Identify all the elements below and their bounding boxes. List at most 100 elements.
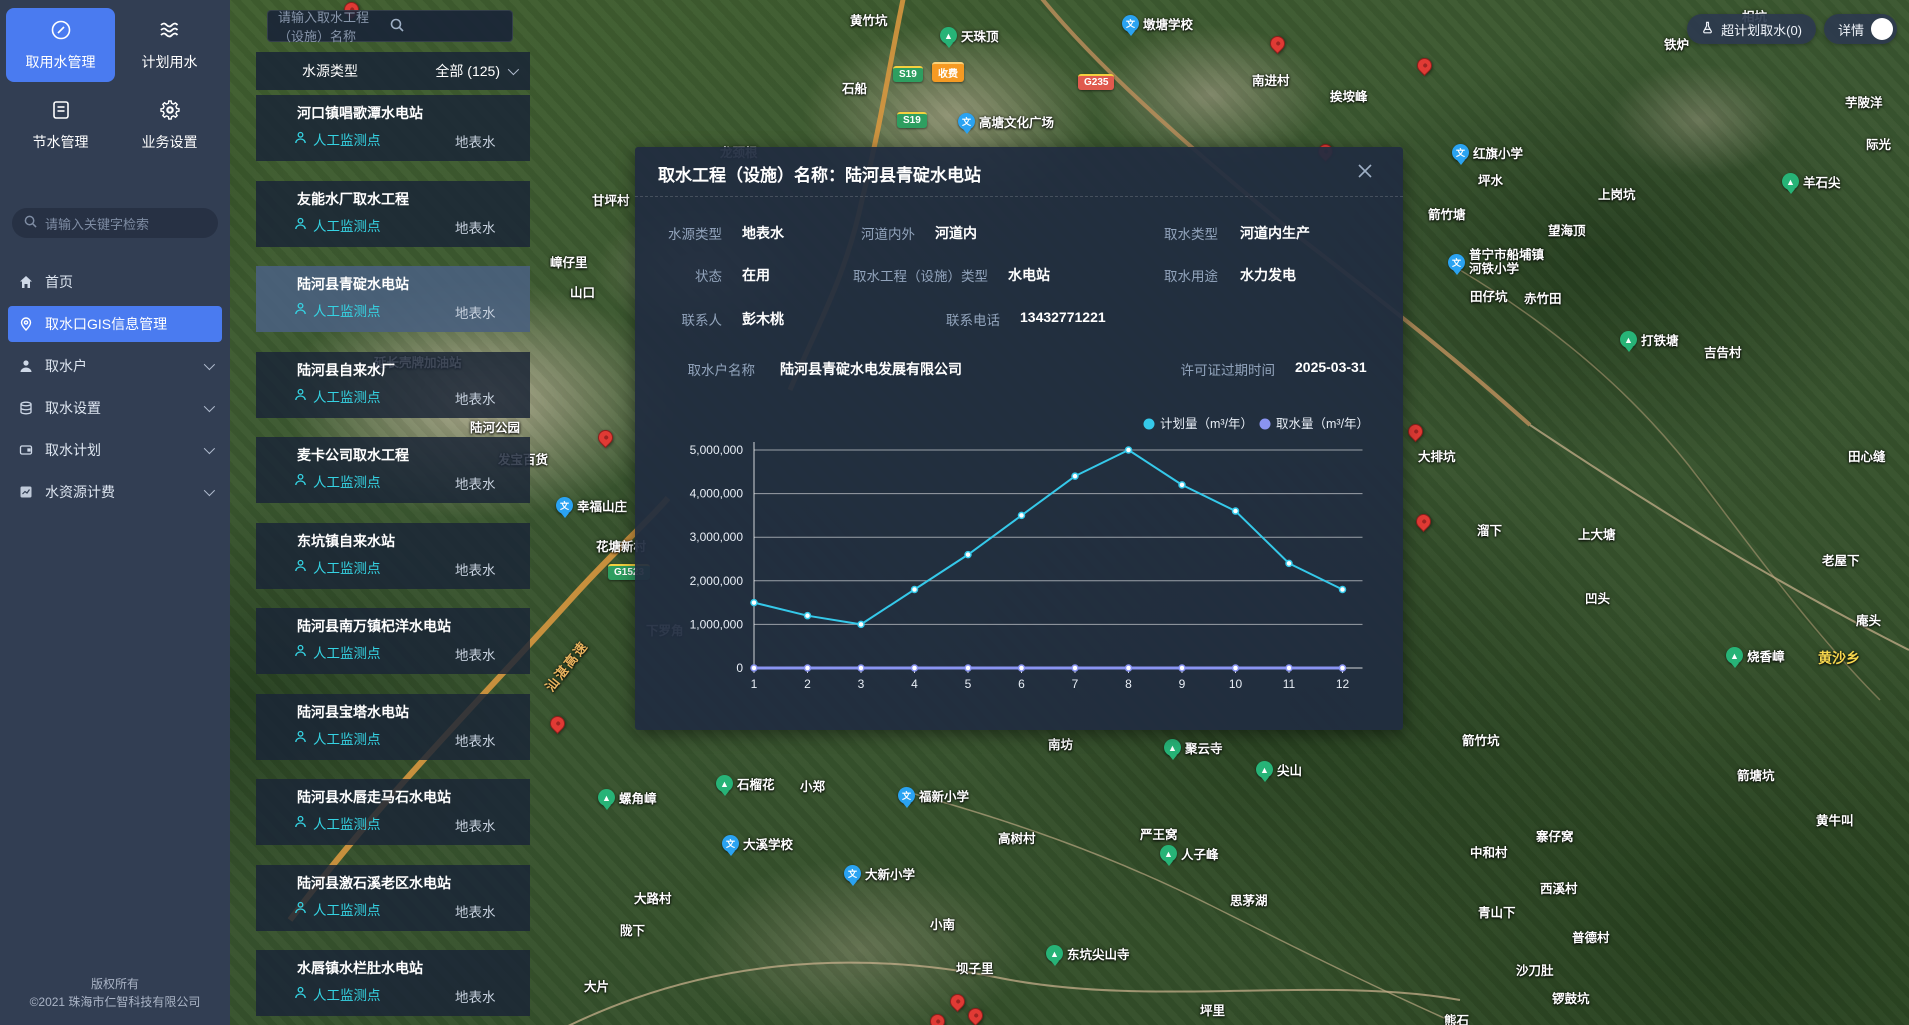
blue-poi-marker-icon[interactable]: 文 (958, 113, 975, 130)
station-list-item[interactable]: 陆河县激石溪老区水电站人工监测点地表水 (256, 865, 530, 931)
station-list-item[interactable]: 陆河县青碇水电站人工监测点地表水 (256, 266, 530, 332)
green-poi-marker-icon[interactable]: ▲ (1782, 173, 1799, 190)
station-list-item[interactable]: 友能水厂取水工程人工监测点地表水 (256, 181, 530, 247)
sidebar-item-3[interactable]: 取水设置 (8, 390, 222, 426)
sidebar-item-5[interactable]: 水资源计费 (8, 474, 222, 510)
svg-text:5: 5 (965, 677, 972, 691)
blue-poi-marker-icon[interactable]: 文 (1448, 254, 1465, 271)
station-name: 麦卡公司取水工程 (297, 445, 409, 465)
station-name: 陆河县青碇水电站 (297, 274, 409, 294)
red-map-pin-icon[interactable] (965, 1005, 986, 1025)
station-list-item[interactable]: 河口镇唱歌潭水电站人工监测点地表水 (256, 95, 530, 161)
red-map-pin-icon[interactable] (1414, 55, 1435, 76)
red-map-pin-icon[interactable] (927, 1011, 948, 1025)
monitor-type: 人工监测点 (294, 899, 381, 919)
green-poi-marker-icon[interactable]: ▲ (1620, 331, 1637, 348)
svg-text:12: 12 (1336, 677, 1350, 691)
svg-text:9: 9 (1179, 677, 1186, 691)
green-poi-marker-icon[interactable]: ▲ (1164, 739, 1181, 756)
svg-text:0: 0 (736, 661, 743, 675)
map-place-label: 上大塘 (1578, 524, 1616, 543)
app-water-intake-mgmt[interactable]: 取用水管理 (6, 8, 115, 82)
water-source-type: 地表水 (455, 559, 496, 579)
field-label: 许可证过期时间 (1181, 359, 1276, 379)
over-plan-intake-button[interactable]: 超计划取水(0) (1687, 14, 1816, 44)
green-poi-marker-icon[interactable]: ▲ (716, 775, 733, 792)
app-business-settings[interactable]: 业务设置 (115, 88, 224, 162)
water-source-type: 地表水 (455, 644, 496, 664)
station-search-input[interactable]: 请输入取水工程（设施）名称 (267, 10, 513, 42)
station-list-item[interactable]: 陆河县南万镇杞洋水电站人工监测点地表水 (256, 608, 530, 674)
keyword-search-input[interactable]: 请输入关键字检索 (12, 208, 218, 238)
location-pin-icon (18, 317, 33, 331)
monitor-type: 人工监测点 (294, 215, 381, 235)
person-icon (294, 901, 307, 917)
monitor-type: 人工监测点 (294, 471, 381, 491)
map-place-label: 甘坪村 (592, 190, 630, 209)
map-place-label: 田心缝 (1848, 446, 1886, 465)
map-place-label: 黄沙乡 (1818, 648, 1860, 668)
red-map-pin-icon[interactable] (1267, 33, 1288, 54)
app-label: 计划用水 (142, 52, 198, 72)
detail-toggle[interactable]: 详情 (1824, 14, 1897, 44)
chevron-down-icon (508, 64, 519, 75)
green-poi-marker-icon[interactable]: ▲ (1726, 647, 1743, 664)
red-map-pin-icon[interactable] (547, 713, 568, 734)
sidebar-item-4[interactable]: 取水计划 (8, 432, 222, 468)
station-list-item[interactable]: 陆河县自来水厂人工监测点地表水 (256, 352, 530, 418)
toggle-knob[interactable] (1871, 18, 1893, 40)
svg-text:1: 1 (751, 677, 758, 691)
sidebar-item-1[interactable]: 取水口GIS信息管理 (8, 306, 222, 342)
field-label: 取水用途 (1164, 265, 1218, 285)
blue-poi-marker-icon[interactable]: 文 (722, 835, 739, 852)
svg-text:10: 10 (1229, 677, 1243, 691)
map-place-label: 陇下 (620, 920, 645, 939)
blue-poi-marker-icon[interactable]: 文 (844, 865, 861, 882)
app-label: 业务设置 (142, 132, 198, 152)
sidebar-item-2[interactable]: 取水户 (8, 348, 222, 384)
station-list-item[interactable]: 麦卡公司取水工程人工监测点地表水 (256, 437, 530, 503)
app-water-saving-mgmt[interactable]: 节水管理 (6, 88, 115, 162)
station-list-item[interactable]: 东坑镇自来水站人工监测点地表水 (256, 523, 530, 589)
water-source-type: 地表水 (455, 815, 496, 835)
svg-text:2: 2 (804, 677, 811, 691)
search-icon (390, 18, 502, 35)
green-poi-marker-icon[interactable]: ▲ (1046, 945, 1063, 962)
blue-poi-marker-icon[interactable]: 文 (898, 787, 915, 804)
map-place-label: 文高塘文化广场 (958, 112, 1054, 131)
map-place-label: 上岗坑 (1598, 184, 1636, 203)
green-poi-marker-icon[interactable]: ▲ (940, 27, 957, 44)
map-place-label: 文幸福山庄 (556, 496, 627, 515)
sidebar-item-0[interactable]: 首页 (8, 264, 222, 300)
person-icon (294, 730, 307, 746)
filter-value-dropdown[interactable]: 全部 (125) (435, 61, 516, 81)
station-list-item[interactable]: 陆河县水唇走马石水电站人工监测点地表水 (256, 779, 530, 845)
person-icon (294, 388, 307, 404)
station-name: 友能水厂取水工程 (297, 189, 409, 209)
chevron-down-icon (204, 359, 215, 370)
green-poi-marker-icon[interactable]: ▲ (1160, 845, 1177, 862)
red-map-pin-icon[interactable] (1405, 421, 1426, 442)
map-place-label: 坪水 (1478, 170, 1503, 189)
green-poi-marker-icon[interactable]: ▲ (598, 789, 615, 806)
person-icon (294, 473, 307, 489)
monitor-type: 人工监测点 (294, 129, 381, 149)
app-planned-water[interactable]: 计划用水 (115, 8, 224, 82)
green-poi-marker-icon[interactable]: ▲ (1256, 761, 1273, 778)
red-map-pin-icon[interactable] (595, 427, 616, 448)
red-map-pin-icon[interactable] (1413, 511, 1434, 532)
station-list-item[interactable]: 水唇镇水栏肚水电站人工监测点地表水 (256, 950, 530, 1016)
blue-poi-marker-icon[interactable]: 文 (1452, 144, 1469, 161)
station-list-item[interactable]: 陆河县宝塔水电站人工监测点地表水 (256, 694, 530, 760)
blue-poi-marker-icon[interactable]: 文 (556, 497, 573, 514)
svg-text:取水量（m³/年）: 取水量（m³/年） (1276, 417, 1369, 431)
blue-poi-marker-icon[interactable]: 文 (1122, 15, 1139, 32)
map-place-label: ▲天珠顶 (940, 26, 999, 45)
map-place-label: 凹头 (1585, 588, 1610, 607)
water-source-type: 地表水 (455, 901, 496, 921)
red-map-pin-icon[interactable] (947, 991, 968, 1012)
billing-chart-icon (18, 485, 33, 499)
chevron-down-icon (204, 401, 215, 412)
close-icon[interactable] (1357, 163, 1373, 179)
home-icon (18, 275, 33, 289)
